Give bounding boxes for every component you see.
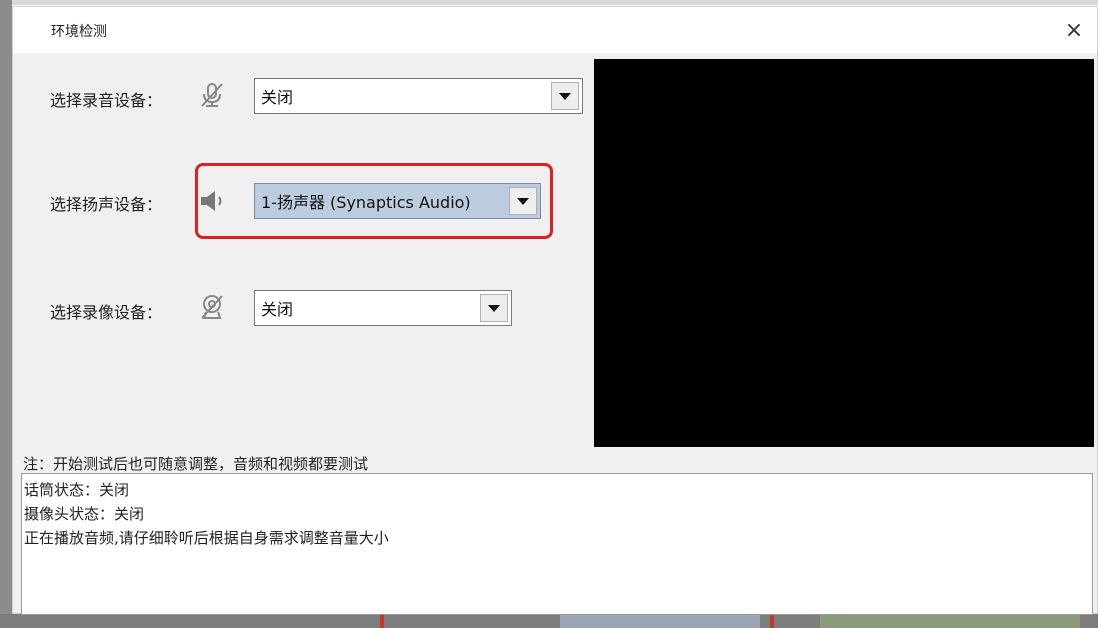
background-top bbox=[0, 0, 1098, 5]
title-bar: 环境检测 × bbox=[13, 7, 1097, 53]
environment-check-dialog: 环境检测 × 选择录音设备： 关闭 选择扬声设备： 1-扬声器 (Synapti… bbox=[12, 6, 1098, 615]
recording-device-select[interactable]: 关闭 bbox=[254, 78, 583, 114]
log-line: 正在播放音频,请仔细聆听后根据自身需求调整音量大小 bbox=[24, 529, 389, 547]
background-bottom bbox=[0, 614, 1098, 628]
log-line: 话筒状态：关闭 bbox=[24, 481, 130, 499]
microphone-muted-icon bbox=[201, 83, 223, 107]
speaker-highlight-box bbox=[195, 163, 553, 239]
background-left bbox=[0, 0, 12, 628]
recording-device-label: 选择录音设备： bbox=[50, 91, 163, 110]
camera-muted-icon bbox=[201, 295, 223, 319]
close-button[interactable]: × bbox=[1051, 7, 1097, 53]
window-title: 环境检测 bbox=[51, 24, 107, 40]
speaker-device-label: 选择扬声设备： bbox=[50, 195, 163, 214]
chevron-down-icon[interactable] bbox=[480, 294, 508, 322]
recording-device-value: 关闭 bbox=[261, 88, 294, 107]
status-log[interactable]: 话筒状态：关闭 摄像头状态：关闭 正在播放音频,请仔细聆听后根据自身需求调整音量… bbox=[21, 473, 1093, 615]
video-preview bbox=[594, 59, 1094, 447]
chevron-down-icon[interactable] bbox=[551, 82, 579, 110]
video-device-select[interactable]: 关闭 bbox=[254, 290, 512, 326]
note-text: 注：开始测试后也可随意调整，音频和视频都要测试 bbox=[23, 455, 369, 473]
log-line: 摄像头状态：关闭 bbox=[24, 505, 145, 523]
video-device-label: 选择录像设备： bbox=[50, 303, 163, 322]
video-device-value: 关闭 bbox=[261, 300, 294, 319]
